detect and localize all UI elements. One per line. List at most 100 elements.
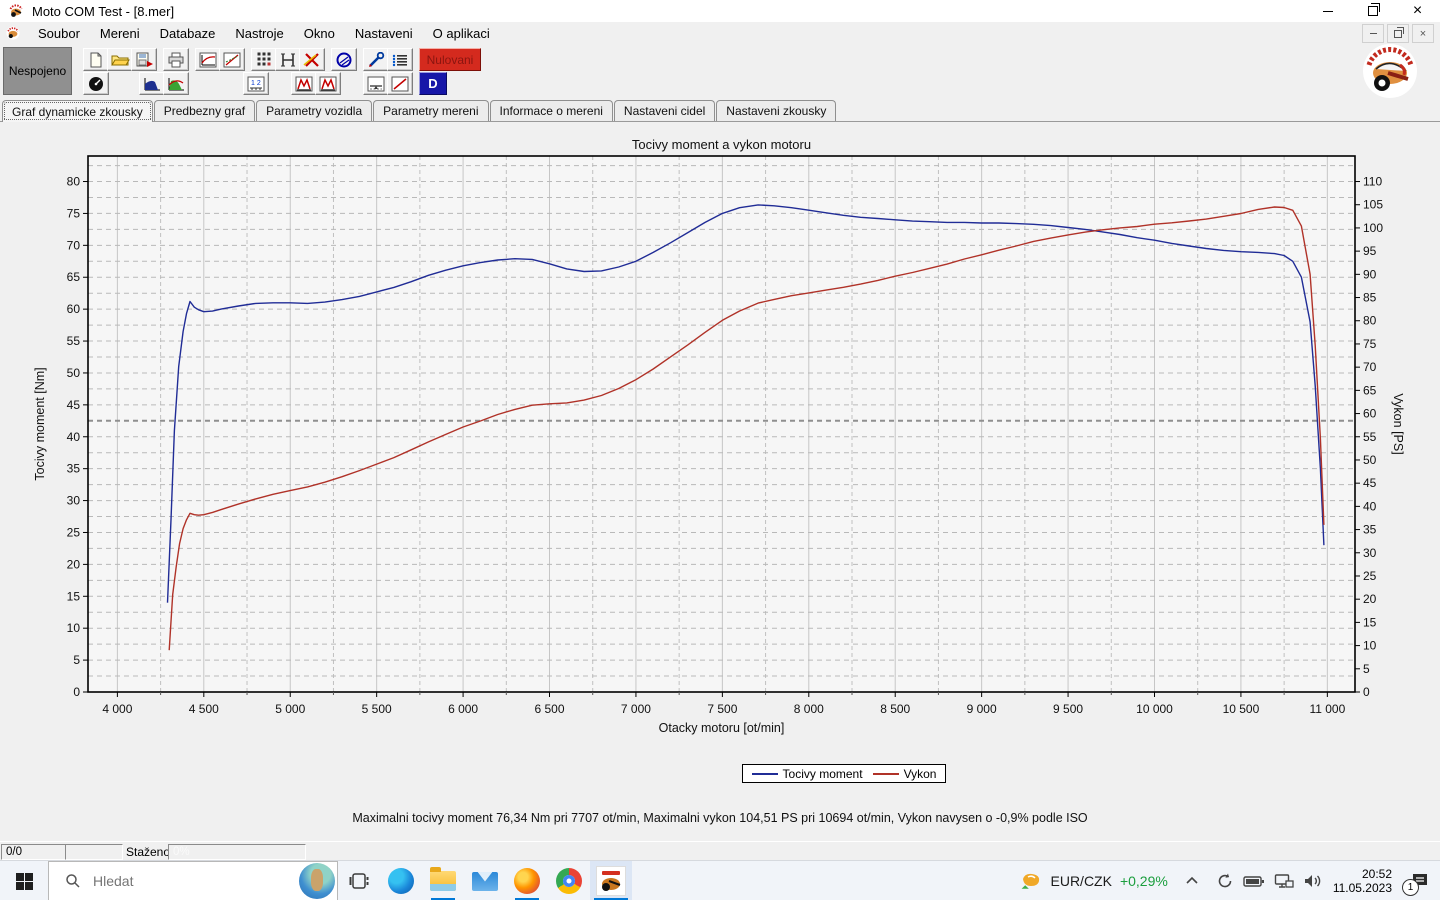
svg-text:7 500: 7 500 <box>707 702 737 716</box>
svg-text:0: 0 <box>73 685 80 699</box>
gauge-button[interactable] <box>83 72 109 95</box>
menu-nastroje[interactable]: Nastroje <box>225 24 293 43</box>
save-export-button[interactable] <box>131 48 157 71</box>
svg-text:55: 55 <box>1363 430 1377 444</box>
tab-informace-o-mereni[interactable]: Informace o mereni <box>490 100 613 121</box>
stazeno-progress: 0% <box>168 844 306 860</box>
brand-logo <box>1362 43 1418 99</box>
tab-nastaveni-zkousky[interactable]: Nastaveni zkousky <box>716 100 836 121</box>
taskbar-firefox[interactable] <box>506 861 548 900</box>
svg-text:1 2: 1 2 <box>251 80 261 87</box>
notification-center-button[interactable]: 1 <box>1400 861 1440 900</box>
tray-volume[interactable] <box>1303 872 1323 890</box>
axis-numbering-button[interactable]: 1 2 <box>243 72 269 95</box>
status-counter: 0/0 <box>1 844 67 860</box>
nulovani-button[interactable]: Nulovani <box>419 48 481 71</box>
mdi-close-button[interactable]: × <box>1412 24 1434 43</box>
tray-expand-button[interactable] <box>1184 873 1200 889</box>
print-icon <box>166 52 186 68</box>
restore-button[interactable] <box>1350 0 1395 22</box>
tab-graf-dynamicke-zkousky[interactable]: Graf dynamicke zkousky <box>2 100 153 122</box>
histogram-filter-icon <box>278 52 298 68</box>
d-button[interactable]: D <box>419 72 447 95</box>
legend-swatch <box>752 773 778 775</box>
status-empty-cell <box>65 844 123 860</box>
taskbar-edge[interactable] <box>380 861 422 900</box>
screen: Moto COM Test - [8.mer] × SouborMereniDa… <box>0 0 1440 900</box>
m-graph-1-button[interactable] <box>291 72 317 95</box>
svg-text:4 500: 4 500 <box>189 702 219 716</box>
svg-text:15: 15 <box>1363 615 1377 629</box>
minimize-button[interactable] <box>1305 0 1350 22</box>
area-graph-blue-button[interactable] <box>139 72 165 95</box>
diagonal-graph-button[interactable] <box>387 72 413 95</box>
svg-text:6 500: 6 500 <box>534 702 564 716</box>
tab-predbezny-graf[interactable]: Predbezny graf <box>154 100 255 121</box>
volume-icon <box>1303 872 1323 890</box>
svg-text:55: 55 <box>67 334 81 348</box>
svg-text:10 500: 10 500 <box>1223 702 1260 716</box>
svg-text:50: 50 <box>1363 453 1377 467</box>
graph-compare-button[interactable] <box>219 48 245 71</box>
taskbar: EUR/CZK +0,29% <box>0 860 1440 900</box>
histogram-filter-button[interactable] <box>275 48 301 71</box>
menu-nastaveni[interactable]: Nastaveni <box>345 24 423 43</box>
tab-strip: Graf dynamicke zkouskyPredbezny grafPara… <box>0 99 1440 122</box>
svg-text:5 000: 5 000 <box>275 702 305 716</box>
data-table-button[interactable] <box>387 48 413 71</box>
open-file-button[interactable] <box>107 48 133 71</box>
file-explorer-icon <box>430 871 456 891</box>
svg-text:90: 90 <box>1363 267 1377 281</box>
search-input[interactable] <box>91 872 265 890</box>
toolbar: Nespojeno Nulovani D 1 2 <box>0 44 1440 99</box>
search-box[interactable] <box>48 861 338 900</box>
taskbar-clock[interactable]: 20:52 11.05.2023 <box>1333 867 1392 895</box>
svg-text:30: 30 <box>1363 546 1377 560</box>
close-button[interactable]: × <box>1395 0 1440 22</box>
m-graph-2-button[interactable] <box>315 72 341 95</box>
new-measurement-button[interactable] <box>83 48 109 71</box>
service-tools-button[interactable] <box>363 48 389 71</box>
tray-battery[interactable] <box>1243 872 1265 890</box>
battery-icon <box>1243 872 1265 890</box>
tab-parametry-mereni[interactable]: Parametry mereni <box>373 100 488 121</box>
menu-soubor[interactable]: Soubor <box>28 24 90 43</box>
tray-onedrive[interactable] <box>1216 872 1234 890</box>
menu-mereni[interactable]: Mereni <box>90 24 150 43</box>
print-button[interactable] <box>163 48 189 71</box>
y-axis-left-label: Tocivy moment [Nm] <box>33 367 47 480</box>
taskbar-stocks-widget[interactable]: EUR/CZK +0,29% <box>1009 869 1178 893</box>
sensor-matrix-button[interactable] <box>251 48 277 71</box>
mdi-minimize-button[interactable] <box>1362 24 1384 43</box>
taskbar-file-explorer[interactable] <box>422 861 464 900</box>
taskbar-mail[interactable] <box>464 861 506 900</box>
y-axis-right-label: Vykon [PS] <box>1391 393 1405 454</box>
start-button[interactable] <box>0 861 48 900</box>
svg-text:10 000: 10 000 <box>1136 702 1173 716</box>
area-graph-green-button[interactable] <box>163 72 189 95</box>
svg-text:95: 95 <box>1363 244 1377 258</box>
svg-text:9 000: 9 000 <box>967 702 997 716</box>
save-export-icon <box>134 52 154 68</box>
tab-nastaveni-cidel[interactable]: Nastaveni cidel <box>614 100 715 121</box>
taskbar-motocom[interactable] <box>590 861 632 900</box>
svg-text:85: 85 <box>1363 291 1377 305</box>
menu-databaze[interactable]: Databaze <box>150 24 226 43</box>
menu-okno[interactable]: Okno <box>294 24 345 43</box>
delete-measurement-button[interactable] <box>299 48 325 71</box>
stop-measurement-button[interactable] <box>331 48 357 71</box>
baseline-graph-button[interactable] <box>363 72 389 95</box>
tab-parametry-vozidla[interactable]: Parametry vozidla <box>256 100 372 121</box>
taskbar-chrome[interactable] <box>548 861 590 900</box>
svg-text:10: 10 <box>67 621 81 635</box>
x-axis-label: Otacky motoru [ot/min] <box>659 721 785 735</box>
mdi-restore-button[interactable] <box>1387 24 1409 43</box>
area-graph-blue-icon <box>142 76 162 92</box>
search-highlight-art[interactable] <box>299 863 335 899</box>
taskbar-task-view[interactable] <box>338 861 380 900</box>
tray-network[interactable] <box>1274 872 1294 890</box>
svg-text:45: 45 <box>67 398 81 412</box>
graph-preview-button[interactable] <box>195 48 221 71</box>
area-graph-green-icon <box>166 76 186 92</box>
menu-o-aplikaci[interactable]: O aplikaci <box>423 24 500 43</box>
